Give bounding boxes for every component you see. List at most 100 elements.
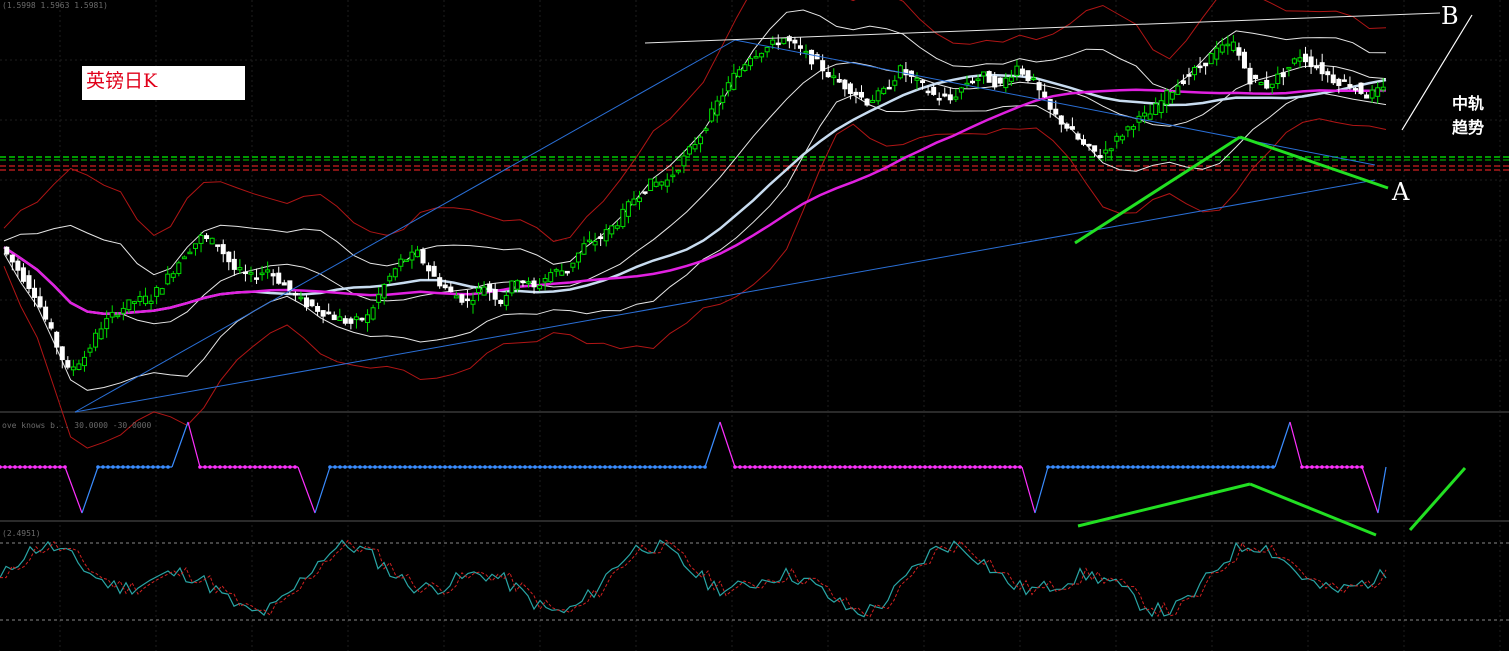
candle-body — [648, 178, 654, 192]
candle-body — [1108, 148, 1114, 152]
candle-body — [4, 246, 10, 255]
candle-body — [598, 236, 604, 240]
indicator-dot — [528, 465, 532, 469]
annotation-green-down — [1239, 135, 1389, 190]
indicator-dot — [1018, 465, 1022, 469]
candle-body — [309, 299, 315, 307]
indicator-dot — [258, 465, 262, 469]
candle-body — [348, 318, 354, 324]
indicator-dot — [156, 465, 160, 469]
indicator-dot — [448, 465, 452, 469]
annotation-mid-line1: 中轨 — [1452, 94, 1485, 113]
indicator-dot — [238, 465, 242, 469]
candle-body — [1347, 84, 1353, 88]
indicator-dot — [121, 465, 125, 469]
candle-body — [920, 80, 926, 84]
candle-body — [1147, 113, 1153, 120]
indicator-dot — [126, 465, 130, 469]
indicator-dot — [1131, 465, 1135, 469]
candle-body — [836, 79, 842, 83]
indicator-dot — [883, 465, 887, 469]
candle-body — [265, 269, 271, 273]
indicator-segment — [704, 421, 721, 468]
candle-body — [1352, 88, 1358, 91]
candle-body — [1241, 51, 1247, 69]
candle-body — [437, 277, 443, 287]
candle-body — [1186, 74, 1192, 77]
indicator-dot — [1211, 465, 1215, 469]
candle-body — [392, 268, 398, 278]
candle-body — [93, 332, 99, 348]
candle-body — [204, 235, 210, 239]
indicator-dot — [161, 465, 165, 469]
indicator-dot — [111, 465, 115, 469]
indicator-dot — [838, 465, 842, 469]
indicator-dot — [578, 465, 582, 469]
candle-body — [365, 314, 371, 324]
indicator-dot — [938, 465, 942, 469]
indicator-dot — [958, 465, 962, 469]
indicator-dot — [1261, 465, 1265, 469]
indicator-dot — [278, 465, 282, 469]
indicator-dot — [743, 465, 747, 469]
indicator-dot — [101, 465, 105, 469]
indicator-dot — [443, 465, 447, 469]
candle-body — [1253, 74, 1259, 79]
candle-body — [936, 97, 942, 101]
indicator-dot — [543, 465, 547, 469]
indicator-dot — [408, 465, 412, 469]
candle-body — [525, 281, 531, 284]
indicator-dot — [628, 465, 632, 469]
indicator-dot — [993, 465, 997, 469]
candle-body — [514, 280, 520, 290]
candle-body — [570, 262, 576, 268]
indicator-dot — [1271, 465, 1275, 469]
candle-body — [1169, 91, 1175, 100]
indicator-dot — [38, 465, 42, 469]
candle-body — [670, 174, 676, 178]
candle-body — [1319, 62, 1325, 75]
candle-body — [659, 181, 665, 186]
candle-body — [1197, 65, 1203, 69]
indicator-dot — [603, 465, 607, 469]
candle-body — [542, 277, 548, 283]
indicator-dot — [146, 465, 150, 469]
indicator-dot — [693, 465, 697, 469]
indicator-dot — [903, 465, 907, 469]
candle-body — [1031, 77, 1037, 81]
indicator-dot — [1196, 465, 1200, 469]
indicator-dot — [673, 465, 677, 469]
indicator-dot — [818, 465, 822, 469]
oscillator-panel-header: (2.4951) — [2, 529, 41, 538]
indicator-dot — [136, 465, 140, 469]
indicator-dot — [423, 465, 427, 469]
candle-body — [775, 42, 781, 46]
candle-body — [254, 277, 260, 280]
indicator-dot — [1325, 465, 1329, 469]
candle-body — [1258, 82, 1264, 86]
indicator-dot — [753, 465, 757, 469]
indicator-dot — [963, 465, 967, 469]
indicator-dot — [518, 465, 522, 469]
support-levels — [0, 156, 1509, 171]
candle-body — [520, 280, 526, 284]
indicator-dot — [618, 465, 622, 469]
candle-body — [320, 310, 326, 317]
indicator-dot — [898, 465, 902, 469]
candle-body — [703, 128, 709, 131]
candle-body — [81, 356, 87, 367]
candle-body — [98, 328, 104, 340]
indicator-dot — [338, 465, 342, 469]
trendline-top-white — [644, 12, 1441, 44]
indicator-dot — [96, 465, 100, 469]
candle-body — [875, 90, 881, 102]
indicator-dot — [378, 465, 382, 469]
indicator-dot — [928, 465, 932, 469]
candle-body — [420, 249, 426, 264]
candle-body — [1114, 135, 1120, 142]
candle-body — [298, 296, 304, 300]
annotation-label-b: B — [1441, 2, 1459, 30]
indicator-dot — [678, 465, 682, 469]
indicator-dot — [668, 465, 672, 469]
candle-body — [226, 251, 232, 263]
